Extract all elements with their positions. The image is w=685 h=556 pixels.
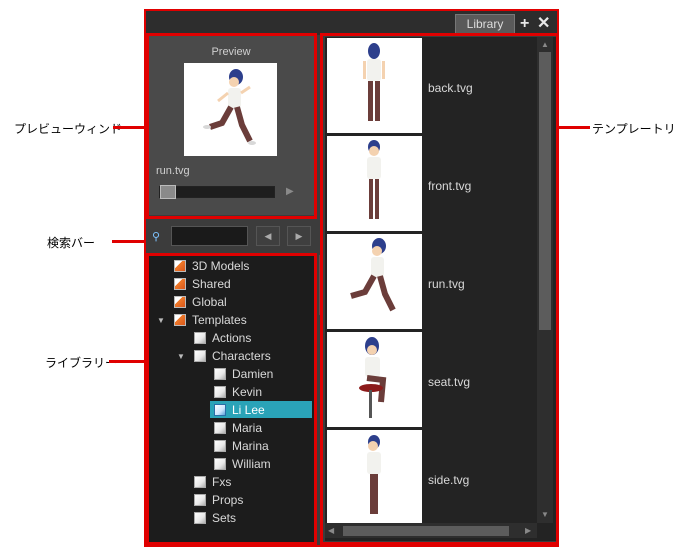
preview-filename: run.tvg xyxy=(156,165,190,177)
tree-item-global[interactable]: Global xyxy=(174,293,227,311)
folder-icon xyxy=(214,386,226,398)
slider-handle[interactable] xyxy=(160,185,176,199)
scroll-left-icon[interactable]: ◀ xyxy=(328,526,334,535)
tree-item-kevin[interactable]: Kevin xyxy=(214,383,262,401)
running-character-image xyxy=(203,69,256,145)
folder-icon xyxy=(194,512,206,524)
left-arrow-icon[interactable]: ◀ xyxy=(256,226,280,246)
collapse-characters-icon[interactable]: ▼ xyxy=(177,352,185,361)
template-thumb-run[interactable] xyxy=(327,234,422,329)
horizontal-scroll-thumb[interactable] xyxy=(343,526,509,536)
tab-library[interactable]: Library xyxy=(455,14,515,34)
tree-item-maria[interactable]: Maria xyxy=(214,419,262,437)
search-input[interactable] xyxy=(171,226,248,246)
right-arrow-icon[interactable]: ▶ xyxy=(287,226,311,246)
folder-icon xyxy=(194,332,206,344)
folder-icon xyxy=(194,350,206,362)
callout-line-preview xyxy=(113,126,146,129)
scroll-down-icon[interactable]: ▼ xyxy=(541,510,549,519)
tree-item-damien[interactable]: Damien xyxy=(214,365,273,383)
play-icon[interactable]: ▶ xyxy=(286,186,294,197)
character-side-image xyxy=(367,435,381,514)
callout-line-library xyxy=(109,360,146,363)
template-label-seat: seat.tvg xyxy=(428,375,471,389)
folder-icon xyxy=(174,278,186,290)
callout-library: ライブラリー xyxy=(45,356,118,370)
tree-item-props[interactable]: Props xyxy=(194,491,243,509)
template-label-run: run.tvg xyxy=(428,277,465,291)
tree-item-templates[interactable]: Templates xyxy=(174,311,247,329)
folder-icon xyxy=(214,404,226,416)
tree-item-shared[interactable]: Shared xyxy=(174,275,231,293)
vertical-scroll-thumb[interactable] xyxy=(539,52,551,330)
callout-preview-window: プレビューウィンド xyxy=(14,122,123,136)
tree-item-actions[interactable]: Actions xyxy=(194,329,251,347)
template-thumb-side[interactable] xyxy=(327,430,422,523)
search-icon: ⚲ xyxy=(152,231,161,243)
folder-icon xyxy=(194,494,206,506)
template-thumb-back[interactable] xyxy=(327,38,422,133)
preview-title: Preview xyxy=(211,46,251,58)
folder-icon xyxy=(214,440,226,452)
preview-timeline-slider[interactable] xyxy=(159,186,275,198)
folder-icon xyxy=(194,476,206,488)
callout-line-templates xyxy=(557,126,590,129)
template-label-back: back.tvg xyxy=(428,81,473,95)
close-icon[interactable]: ✕ xyxy=(537,15,550,33)
plus-icon[interactable]: + xyxy=(520,15,529,33)
callout-templates: テンプレートリ xyxy=(592,122,676,136)
scroll-up-icon[interactable]: ▲ xyxy=(541,40,549,49)
template-thumb-seat[interactable] xyxy=(327,332,422,427)
preview-image xyxy=(184,63,277,156)
divider-grip-icon xyxy=(319,255,323,315)
panel-divider-handle[interactable] xyxy=(318,255,324,315)
tree-item-fxs[interactable]: Fxs xyxy=(194,473,231,491)
template-label-side: side.tvg xyxy=(428,473,470,487)
collapse-templates-icon[interactable]: ▼ xyxy=(157,316,165,325)
tree-item-characters[interactable]: Characters xyxy=(194,347,271,365)
folder-icon xyxy=(174,260,186,272)
template-label-front: front.tvg xyxy=(428,179,472,193)
folder-icon xyxy=(214,368,226,380)
character-front-image xyxy=(367,140,381,219)
tree-item-3d-models[interactable]: 3D Models xyxy=(174,257,249,275)
character-back-image xyxy=(363,43,385,121)
character-seat-image xyxy=(359,337,387,418)
folder-icon xyxy=(214,458,226,470)
callout-search-bar: 検索バー xyxy=(47,236,96,250)
tree-item-li-lee[interactable]: Li Lee xyxy=(214,401,265,419)
folder-icon xyxy=(174,314,186,326)
scroll-right-icon[interactable]: ▶ xyxy=(525,526,531,535)
folder-icon xyxy=(214,422,226,434)
folder-icon xyxy=(174,296,186,308)
callout-line-search xyxy=(112,240,146,243)
tree-item-william[interactable]: William xyxy=(214,455,271,473)
character-run-image xyxy=(350,238,396,312)
template-thumb-front[interactable] xyxy=(327,136,422,231)
tree-item-marina[interactable]: Marina xyxy=(214,437,269,455)
tree-item-sets[interactable]: Sets xyxy=(194,509,236,527)
